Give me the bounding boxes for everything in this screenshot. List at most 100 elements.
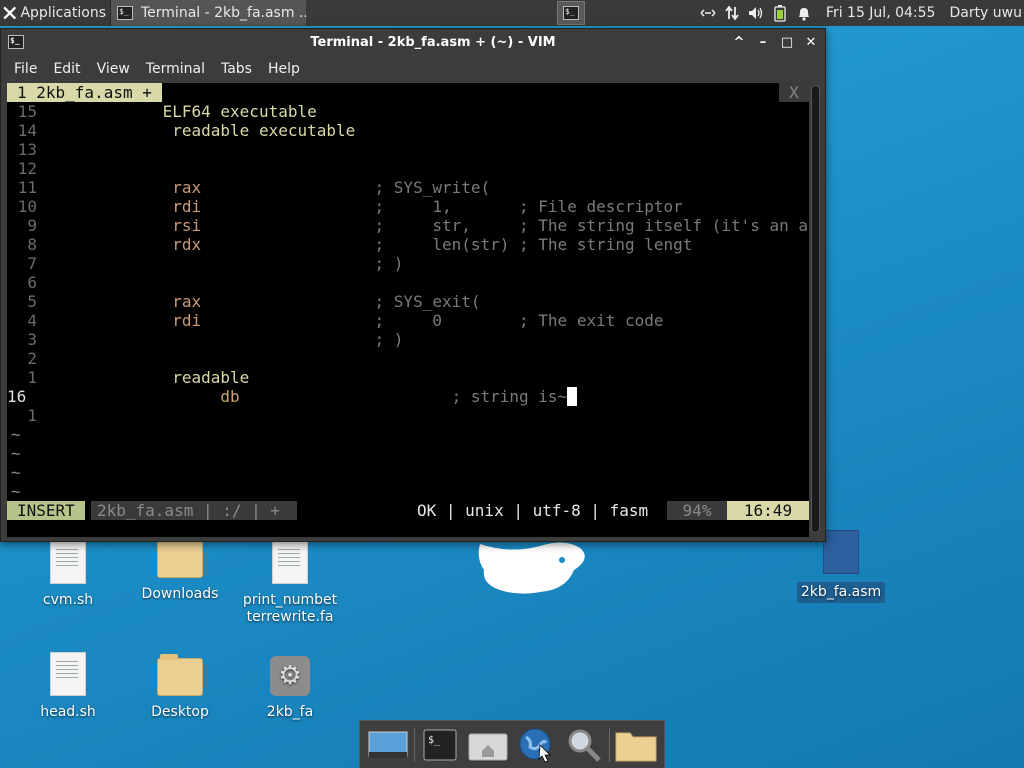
file-manager-icon[interactable]	[614, 725, 658, 765]
line-number: 1	[27, 406, 37, 425]
line-number: 9	[27, 216, 37, 235]
applications-label: Applications	[20, 5, 106, 21]
minimize-icon[interactable]: –	[755, 33, 771, 51]
text-cursor	[567, 387, 578, 406]
line-text: "mn">mov rdi, 1 ; 1, ; File descriptor	[85, 197, 683, 216]
vim-tab-close[interactable]: X	[779, 83, 809, 102]
line-number: 1	[27, 368, 37, 387]
code-line[interactable]: 11 "mn">mov rax, 1 ; SYS_write(	[7, 178, 809, 197]
code-line[interactable]: 6	[7, 273, 809, 292]
clock[interactable]: Fri 15 Jul, 04:55	[826, 5, 936, 21]
code-line[interactable]: 9 "mn">mov rsi, string ; str, ; The stri…	[7, 216, 809, 235]
code-line[interactable]: 1 string_len = $ - string	[7, 406, 809, 425]
asm-file-icon	[823, 530, 859, 574]
window-titlebar[interactable]: $_ Terminal - 2kb_fa.asm + (~) - VIM ^ –…	[1, 29, 825, 56]
line-text: "mn">mov rsi, string ; str, ; The string…	[85, 216, 809, 235]
line-number: 8	[27, 235, 37, 254]
code-line[interactable]: 12 "lbl">_start:	[7, 159, 809, 178]
home-folder-icon[interactable]	[466, 725, 510, 765]
volume-icon[interactable]	[744, 0, 768, 26]
desktop-icon-desktop[interactable]: Desktop	[130, 654, 230, 721]
line-number: 4	[27, 311, 37, 330]
line-text: "mn">syscall ; )	[85, 254, 404, 273]
gear-icon: ⚙	[270, 656, 310, 696]
web-browser-icon[interactable]	[514, 725, 558, 765]
folder-icon	[157, 654, 203, 696]
code-line[interactable]: 7 "mn">syscall ; )	[7, 254, 809, 273]
line-number: 10	[17, 197, 37, 216]
shade-up-icon[interactable]: ^	[731, 33, 747, 51]
desktop-icon-cvm-sh[interactable]: cvm.sh	[18, 540, 118, 609]
line-text: "mn">mov rax, 1 ; SYS_write(	[85, 178, 491, 197]
desktop-icon-2kb-fa[interactable]: ⚙ 2kb_fa	[240, 656, 340, 721]
terminal-window: $_ Terminal - 2kb_fa.asm + (~) - VIM ^ –…	[0, 28, 826, 542]
menu-file[interactable]: File	[6, 61, 45, 77]
workspace-terminal-icon: $_	[563, 6, 579, 20]
desktop-icon-print-numbet[interactable]: print_numbet terrewrite.fa	[240, 540, 340, 626]
desktop-icon-label: cvm.sh	[42, 592, 94, 608]
network-icon[interactable]	[696, 0, 720, 26]
document-icon	[272, 540, 308, 584]
taskbar-terminal-button[interactable]: $_ Terminal - 2kb_fa.asm ...	[110, 0, 306, 26]
empty-line-marker: ~	[11, 463, 21, 482]
desktop-icon-label: 2kb_fa.asm	[796, 582, 886, 603]
desktop-icon-label: print_numbet terrewrite.fa	[242, 592, 338, 625]
line-number: 15	[17, 102, 37, 121]
user-name[interactable]: Darty uwu	[949, 5, 1022, 21]
line-text: "lbl">_start:	[47, 159, 173, 178]
menu-terminal[interactable]: Terminal	[138, 61, 213, 77]
line-text: "kw">segment readable	[47, 368, 250, 387]
code-line[interactable]: 10 "mn">mov rdi, 1 ; 1, ; File descripto…	[7, 197, 809, 216]
vim-buffer[interactable]: 15 "kw">format ELF64 executable 3 14 "kw">s…	[7, 102, 809, 501]
desktop-icon-label: Downloads	[141, 586, 219, 602]
scrollbar-thumb[interactable]	[811, 85, 820, 533]
terminal-icon: $_	[8, 35, 24, 49]
line-number: 6	[27, 273, 37, 292]
search-icon[interactable]	[562, 725, 606, 765]
code-line[interactable]: 4 "mn">mov rdi, 0 ; 0 ; The exit code	[7, 311, 809, 330]
document-icon	[50, 652, 86, 696]
document-icon	[50, 540, 86, 584]
code-line[interactable]: 2	[7, 349, 809, 368]
xfce-mouse-wallpaper-logo	[478, 542, 585, 594]
applications-menu-button[interactable]: Applications	[0, 0, 110, 26]
battery-icon[interactable]	[768, 0, 792, 26]
workspace-switcher[interactable]: $_	[557, 1, 585, 25]
maximize-icon[interactable]: □	[779, 33, 795, 51]
menu-view[interactable]: View	[89, 61, 138, 77]
desktop-icon-label: 2kb_fa	[266, 704, 314, 720]
menubar: File Edit View Terminal Tabs Help	[1, 56, 825, 82]
menu-edit[interactable]: Edit	[45, 61, 88, 77]
code-line[interactable]: 16 "lbl">string: db "Hello, world!", 10 …	[7, 387, 809, 406]
terminal-content[interactable]: 1 2kb_fa.asm + X 15 "kw">format ELF64 exe…	[7, 83, 809, 537]
code-line[interactable]: 1 "kw">segment readable	[7, 368, 809, 387]
line-number: 16	[7, 387, 27, 406]
code-line[interactable]: 15 "kw">format ELF64 executable 3	[7, 102, 809, 121]
vim-status-percent: 94%	[667, 501, 727, 520]
code-line[interactable]: 3 "mn">syscall ; )	[7, 330, 809, 349]
terminal-scrollbar[interactable]	[809, 83, 823, 537]
menu-tabs[interactable]: Tabs	[213, 61, 260, 77]
terminal-icon[interactable]: $_	[418, 725, 462, 765]
vim-status-position: 16:49	[727, 501, 809, 520]
line-number: 11	[17, 178, 37, 197]
menu-help[interactable]: Help	[260, 61, 308, 77]
code-line[interactable]: 8 "mn">mov rdx, string_len ; len(str) ; …	[7, 235, 809, 254]
desktop-icon-head-sh[interactable]: head.sh	[18, 652, 118, 721]
show-desktop-icon[interactable]	[366, 725, 410, 765]
dock: $_	[359, 720, 665, 768]
close-icon[interactable]: ✕	[803, 33, 819, 51]
code-line[interactable]: 13	[7, 140, 809, 159]
transfer-icon[interactable]	[720, 0, 744, 26]
dock-separator	[609, 727, 611, 762]
line-number: 14	[17, 121, 37, 140]
vim-tab-active[interactable]: 1 2kb_fa.asm +	[7, 83, 162, 102]
line-number: 12	[17, 159, 37, 178]
line-text: "lbl">string: db "Hello, world!", 10 ; s…	[85, 387, 568, 406]
desktop-icon-downloads[interactable]: Downloads	[130, 536, 230, 603]
terminal-icon: $_	[117, 6, 133, 20]
code-line[interactable]: 5 "mn">mov rax, 60 ; SYS_exit(	[7, 292, 809, 311]
notification-bell-icon[interactable]	[792, 0, 816, 26]
vim-statusline: INSERT 2kb_fa.asm | :/ | + OK | unix | u…	[7, 501, 809, 520]
code-line[interactable]: 14 "kw">segment readable executable	[7, 121, 809, 140]
